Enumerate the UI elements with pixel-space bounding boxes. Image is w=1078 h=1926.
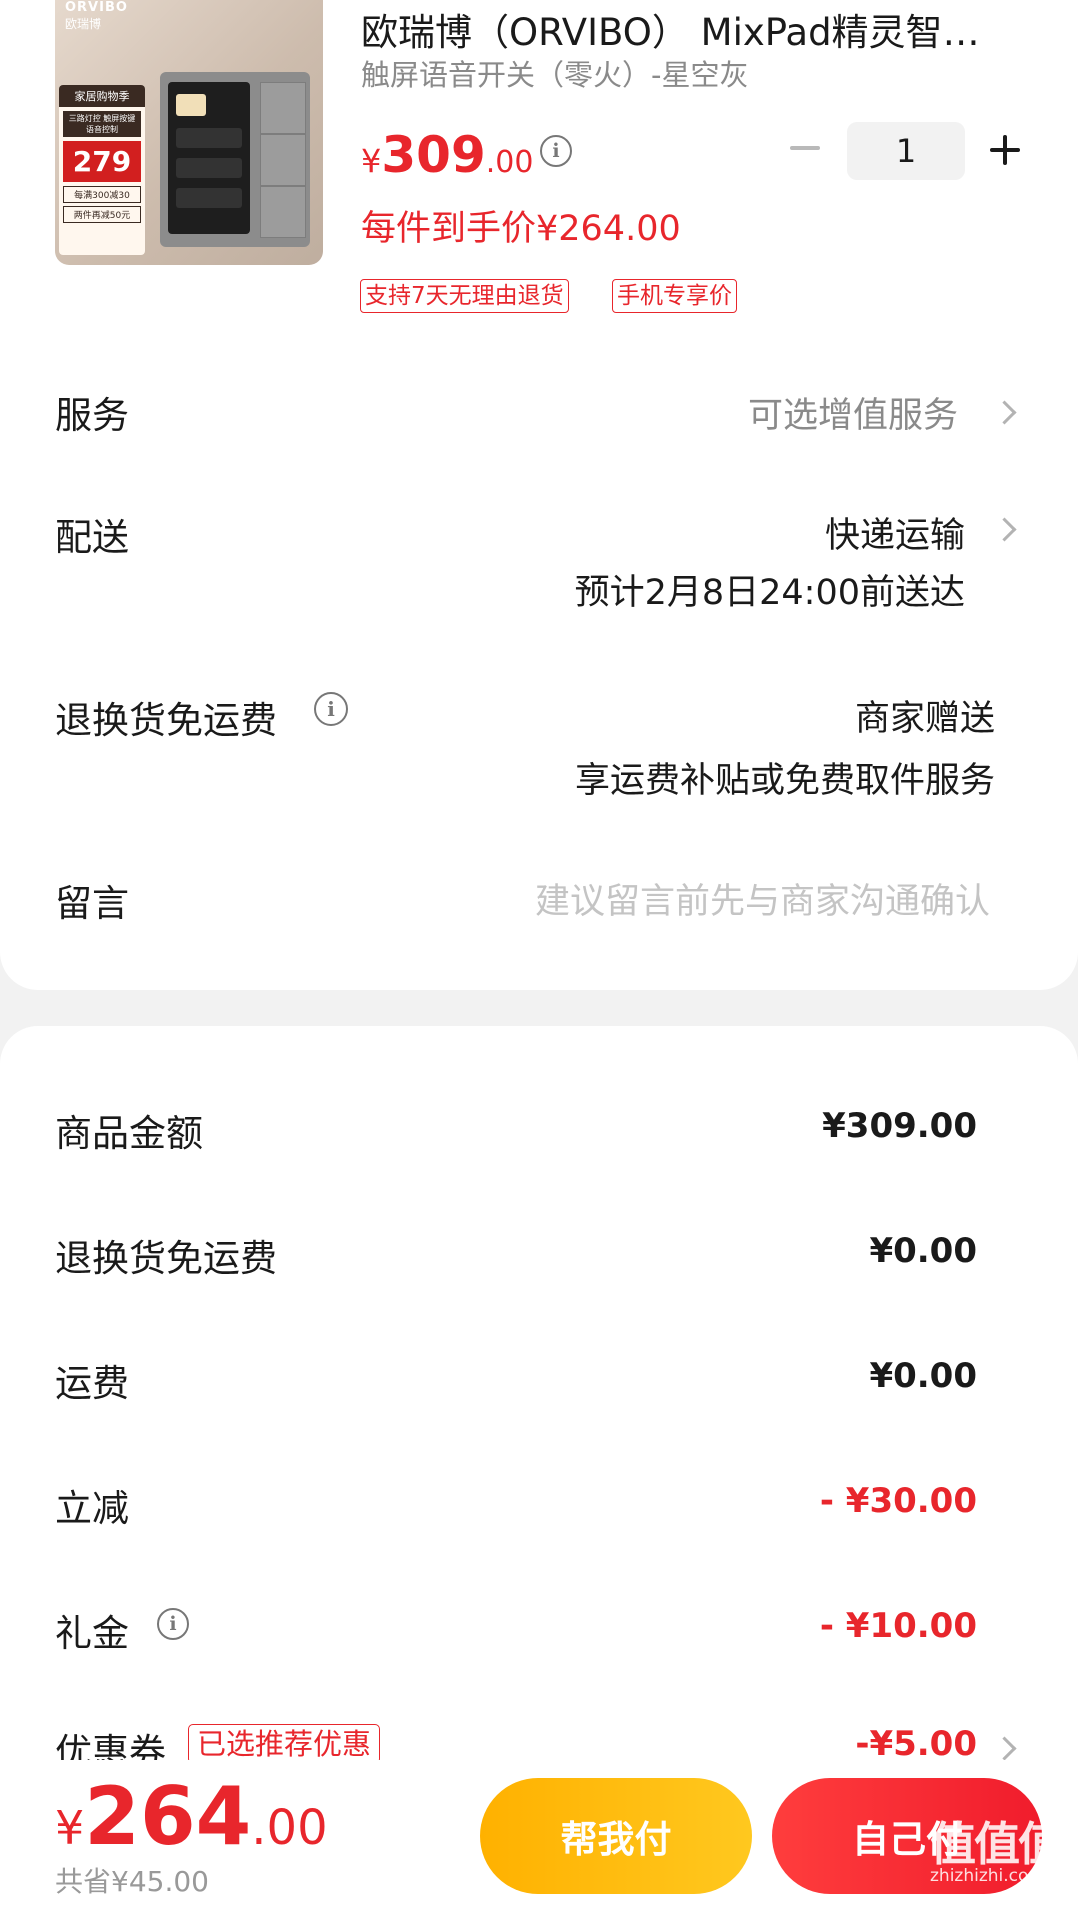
screen-row bbox=[176, 128, 242, 148]
unit-final-price: 每件到手价¥264.00 bbox=[361, 209, 681, 249]
image-promo-title: 家居购物季 bbox=[59, 85, 145, 107]
service-value[interactable]: 可选增值服务 bbox=[748, 387, 958, 438]
product-spec[interactable]: 触屏语音开关（零火）-星空灰 bbox=[361, 52, 748, 94]
switch-panel-illustration bbox=[160, 72, 310, 247]
summary-value-goods: ¥309.00 bbox=[822, 1106, 977, 1146]
panel-key bbox=[260, 186, 306, 238]
summary-label-gift: 礼金 bbox=[55, 1612, 129, 1655]
delivery-eta: 预计2月8日24:00前送达 bbox=[574, 573, 965, 613]
image-promo-line1: 每满300减30 bbox=[63, 186, 141, 203]
screen-row bbox=[176, 158, 242, 178]
summary-value-gift: - ¥10.00 bbox=[819, 1606, 977, 1646]
image-brand: ORVIBO bbox=[65, 0, 128, 15]
total-decimal: .00 bbox=[251, 1800, 328, 1856]
service-label: 服务 bbox=[55, 394, 129, 437]
image-promo-sub: 三路灯控 触屏按键语音控制 bbox=[63, 111, 141, 137]
summary-value-shipping: ¥0.00 bbox=[869, 1356, 977, 1396]
return-shipping-label: 退换货免运费 bbox=[55, 699, 277, 742]
return-info-icon[interactable]: i bbox=[314, 692, 348, 726]
summary-label-discount: 立减 bbox=[55, 1487, 129, 1530]
summary-label-shipping: 运费 bbox=[55, 1362, 129, 1405]
delivery-value[interactable]: 快递运输 bbox=[825, 507, 965, 558]
image-promo-line2: 两件再减50元 bbox=[63, 206, 141, 223]
note-input[interactable]: 建议留言前先与商家沟通确认 bbox=[535, 873, 990, 924]
total-saved: 共省¥45.00 bbox=[55, 1865, 209, 1898]
panel-key bbox=[260, 134, 306, 186]
panel-screen bbox=[168, 82, 250, 234]
summary-value-return: ¥0.00 bbox=[869, 1231, 977, 1271]
quantity-decrease-button[interactable] bbox=[790, 146, 820, 150]
return-policy-tag: 支持7天无理由退货 bbox=[360, 279, 569, 313]
mobile-price-tag: 手机专享价 bbox=[612, 279, 737, 313]
product-price: ¥309.00 bbox=[361, 126, 533, 184]
gift-info-icon[interactable]: i bbox=[157, 1608, 189, 1640]
help-me-pay-label: 帮我付 bbox=[560, 1818, 672, 1861]
price-decimal: .00 bbox=[485, 145, 534, 180]
image-promo-badge: 家居购物季 三路灯控 触屏按键语音控制 279 每满300减30 两件再减50元 bbox=[59, 85, 145, 255]
summary-label-goods: 商品金额 bbox=[55, 1112, 203, 1155]
help-me-pay-button[interactable]: 帮我付 bbox=[480, 1778, 752, 1894]
panel-key bbox=[260, 82, 306, 134]
total-symbol: ¥ bbox=[55, 1801, 85, 1855]
image-promo-price: 279 bbox=[63, 141, 141, 182]
total-price: ¥264.00 bbox=[55, 1770, 328, 1863]
price-info-icon[interactable]: i bbox=[540, 135, 572, 167]
image-brand-cn: 欧瑞博 bbox=[65, 17, 102, 31]
total-integer: 264 bbox=[84, 1770, 252, 1863]
screen-row bbox=[176, 188, 242, 208]
screen-tile bbox=[176, 94, 206, 116]
watermark-logo: 值值值 bbox=[930, 1817, 1064, 1871]
return-shipping-desc: 享运费补贴或免费取件服务 bbox=[574, 761, 995, 801]
product-image[interactable]: ORVIBO 欧瑞博 家居购物季 三路灯控 触屏按键语音控制 279 每满300… bbox=[55, 0, 323, 265]
coupon-selected-tag: 已选推荐优惠 bbox=[188, 1724, 381, 1764]
quantity-increase-button[interactable] bbox=[990, 135, 1020, 165]
price-integer: 309 bbox=[381, 126, 486, 184]
note-label: 留言 bbox=[55, 882, 129, 925]
summary-label-return: 退换货免运费 bbox=[55, 1237, 277, 1280]
quantity-input[interactable]: 1 bbox=[847, 122, 965, 180]
price-symbol: ¥ bbox=[361, 142, 382, 180]
summary-value-discount: - ¥30.00 bbox=[819, 1481, 977, 1521]
summary-value-coupon[interactable]: -¥5.00 bbox=[855, 1724, 977, 1764]
product-title[interactable]: 欧瑞博（ORVIBO） MixPad精灵智能开关面板 bbox=[361, 2, 1001, 56]
watermark-url: zhizhizhi.com bbox=[930, 1866, 1045, 1886]
return-shipping-value: 商家赠送 bbox=[854, 699, 995, 739]
delivery-label: 配送 bbox=[55, 516, 129, 559]
